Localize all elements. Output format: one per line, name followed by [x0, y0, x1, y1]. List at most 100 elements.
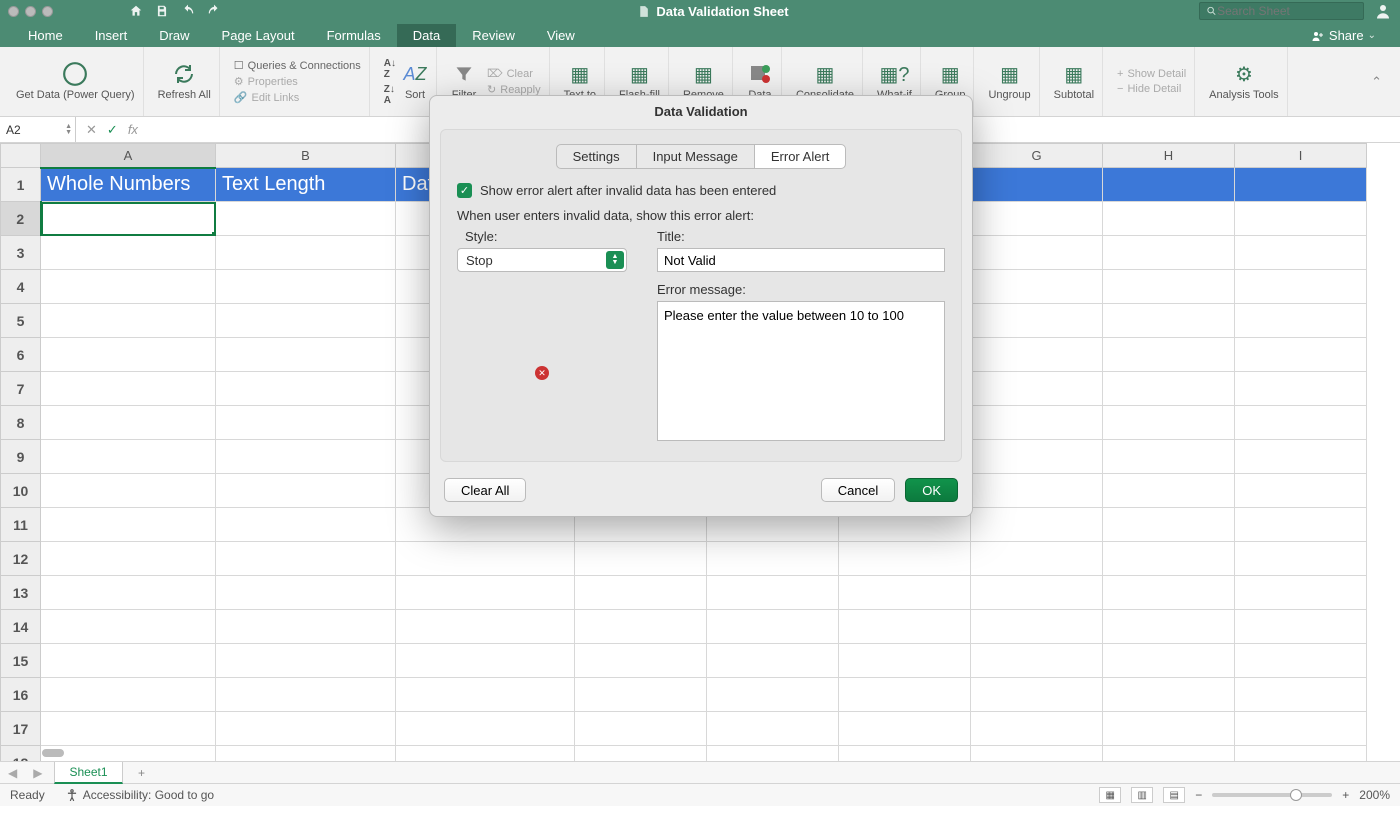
cell[interactable] — [216, 644, 396, 678]
cell[interactable] — [971, 236, 1103, 270]
cell[interactable] — [1103, 372, 1235, 406]
cell[interactable] — [1103, 644, 1235, 678]
cell[interactable] — [1103, 270, 1235, 304]
view-normal[interactable]: ▦ — [1099, 787, 1121, 803]
sheet-nav-prev[interactable]: ◀ — [0, 766, 25, 780]
horizontal-scrollbar-thumb[interactable] — [42, 749, 64, 757]
redo-icon[interactable] — [201, 4, 227, 18]
tab-view[interactable]: View — [531, 24, 591, 47]
cell[interactable] — [216, 542, 396, 576]
cell[interactable] — [41, 474, 216, 508]
save-icon[interactable] — [149, 4, 175, 18]
accessibility-status[interactable]: Accessibility: Good to go — [65, 788, 214, 802]
row-header[interactable]: 12 — [1, 542, 41, 576]
tab-data[interactable]: Data — [397, 24, 456, 47]
cell[interactable] — [575, 542, 707, 576]
row-header[interactable]: 1 — [1, 168, 41, 202]
cell[interactable] — [1103, 508, 1235, 542]
cell[interactable] — [1103, 610, 1235, 644]
cell[interactable] — [216, 576, 396, 610]
cell[interactable] — [971, 338, 1103, 372]
view-page-break[interactable]: ▤ — [1163, 787, 1185, 803]
row-header[interactable]: 10 — [1, 474, 41, 508]
cell[interactable] — [216, 338, 396, 372]
refresh-all-button[interactable]: Refresh All — [150, 47, 220, 116]
cell[interactable] — [1103, 542, 1235, 576]
tab-home[interactable]: Home — [12, 24, 79, 47]
cell[interactable] — [41, 508, 216, 542]
cell[interactable] — [396, 712, 575, 746]
cell[interactable] — [971, 508, 1103, 542]
cell[interactable] — [41, 746, 216, 763]
cell[interactable] — [707, 576, 839, 610]
cell[interactable] — [575, 746, 707, 763]
account-icon[interactable] — [1374, 2, 1392, 20]
cell[interactable] — [839, 746, 971, 763]
add-sheet-button[interactable]: + — [131, 765, 153, 781]
cell[interactable] — [396, 746, 575, 763]
cell[interactable] — [971, 610, 1103, 644]
cell[interactable]: Whole Numbers — [41, 168, 216, 202]
cell[interactable] — [575, 644, 707, 678]
cell[interactable] — [216, 270, 396, 304]
cell[interactable] — [1235, 236, 1367, 270]
cell[interactable] — [216, 304, 396, 338]
fx-icon[interactable]: fx — [128, 122, 138, 138]
row-header[interactable]: 7 — [1, 372, 41, 406]
cell[interactable] — [971, 746, 1103, 763]
cell[interactable] — [1103, 304, 1235, 338]
share-button[interactable]: Share⌄ — [1301, 24, 1386, 47]
cell[interactable] — [1103, 440, 1235, 474]
undo-icon[interactable] — [175, 4, 201, 18]
zoom-level[interactable]: 200% — [1359, 788, 1390, 802]
cell[interactable] — [41, 270, 216, 304]
cell[interactable] — [971, 712, 1103, 746]
zoom-window[interactable] — [42, 6, 53, 17]
row-header[interactable]: 11 — [1, 508, 41, 542]
minimize-window[interactable] — [25, 6, 36, 17]
cell[interactable] — [216, 712, 396, 746]
cell[interactable] — [396, 610, 575, 644]
cell[interactable] — [1235, 508, 1367, 542]
row-header[interactable]: 5 — [1, 304, 41, 338]
ok-button[interactable]: OK — [905, 478, 958, 502]
queries-connections[interactable]: ☐ Queries & Connections — [234, 59, 361, 72]
tab-insert[interactable]: Insert — [79, 24, 144, 47]
search-sheet[interactable] — [1199, 2, 1364, 20]
cell[interactable] — [575, 576, 707, 610]
cell[interactable] — [216, 746, 396, 763]
cell[interactable] — [1235, 542, 1367, 576]
cell[interactable] — [971, 304, 1103, 338]
subtotal-button[interactable]: ▦Subtotal — [1046, 47, 1103, 116]
checkbox-checked-icon[interactable]: ✓ — [457, 183, 472, 198]
cell[interactable] — [839, 678, 971, 712]
cell[interactable] — [1235, 372, 1367, 406]
cell[interactable] — [707, 678, 839, 712]
cell[interactable] — [216, 202, 396, 236]
row-header[interactable]: 17 — [1, 712, 41, 746]
cell[interactable] — [41, 678, 216, 712]
select-all-corner[interactable] — [1, 144, 41, 168]
cell[interactable] — [971, 440, 1103, 474]
cell[interactable] — [839, 712, 971, 746]
cell[interactable] — [396, 644, 575, 678]
row-header[interactable]: 14 — [1, 610, 41, 644]
cell[interactable] — [41, 304, 216, 338]
cell[interactable] — [41, 576, 216, 610]
row-header[interactable]: 16 — [1, 678, 41, 712]
zoom-in[interactable]: + — [1342, 788, 1349, 802]
cell[interactable] — [971, 270, 1103, 304]
collapse-ribbon[interactable]: ⌃ — [1361, 74, 1392, 90]
column-header[interactable]: A — [41, 144, 216, 168]
cell[interactable] — [41, 406, 216, 440]
cell[interactable] — [41, 644, 216, 678]
cell[interactable] — [839, 576, 971, 610]
cell[interactable] — [216, 508, 396, 542]
cell[interactable] — [971, 202, 1103, 236]
column-header[interactable]: I — [1235, 144, 1367, 168]
cell[interactable] — [575, 678, 707, 712]
cell[interactable] — [839, 644, 971, 678]
cell[interactable] — [1235, 746, 1367, 763]
cell[interactable] — [971, 168, 1103, 202]
cell[interactable] — [41, 440, 216, 474]
